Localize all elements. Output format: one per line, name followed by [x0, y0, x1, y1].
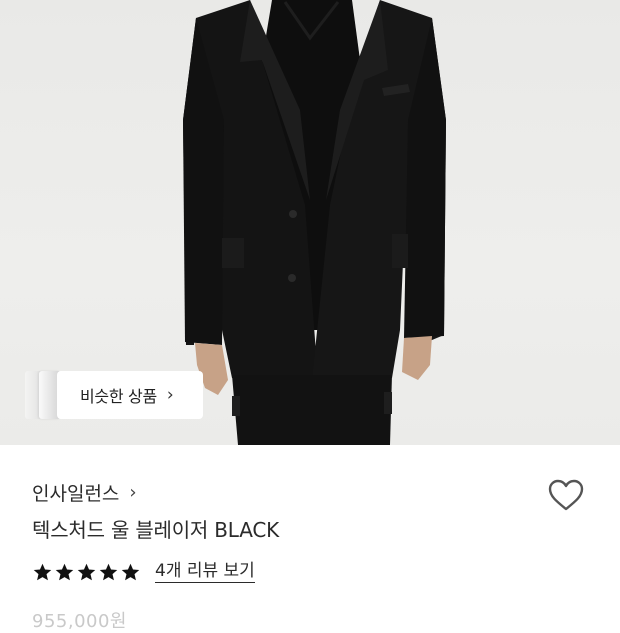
similar-products-button[interactable]: 비슷한 상품 ›: [57, 371, 203, 419]
star-filled-icon: [55, 563, 74, 580]
view-reviews-link[interactable]: 4개 리뷰 보기: [155, 561, 255, 583]
chevron-right-icon: ›: [129, 481, 137, 503]
heart-outline-icon[interactable]: [546, 476, 586, 516]
star-filled-icon: [99, 563, 118, 580]
product-title: 텍스처드 울 블레이저 BLACK: [32, 518, 280, 542]
star-filled-icon: [77, 563, 96, 580]
star-filled-icon: [33, 563, 52, 580]
similar-products-label: 비슷한 상품: [80, 387, 157, 406]
chevron-right-icon: ›: [166, 385, 174, 405]
star-rating: [32, 562, 141, 583]
star-filled-icon: [121, 563, 140, 580]
rating-row: 4개 리뷰 보기: [32, 558, 255, 586]
price: 955,000원: [32, 611, 127, 632]
product-image[interactable]: 비슷한 상품 ›: [0, 0, 620, 445]
brand-link[interactable]: 인사일런스 ›: [32, 478, 137, 506]
brand-name: 인사일런스: [32, 482, 120, 505]
